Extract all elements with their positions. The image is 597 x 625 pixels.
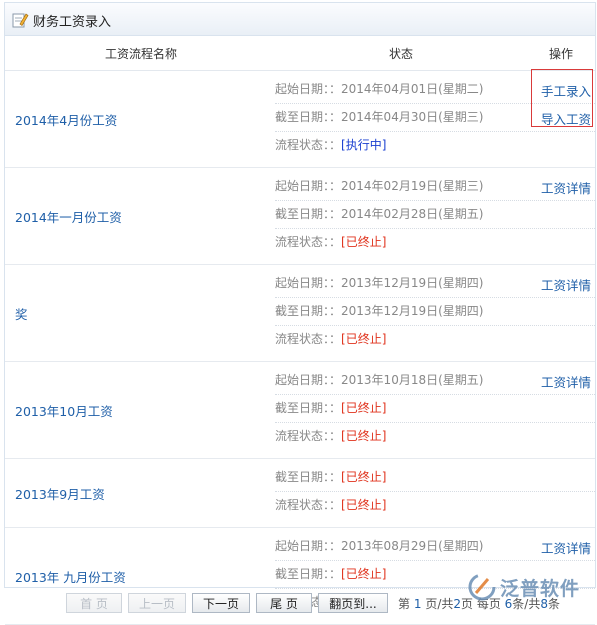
status-line-label: 流程状态：： <box>275 498 342 512</box>
table-row: 2014年4月份工资 起始日期：：2014年04月01日(星期二) 截至日期：：20… <box>5 71 595 168</box>
flow-status-badge: [已终止] <box>341 401 387 415</box>
status-line: 流程状态：：[已终止] <box>275 423 595 450</box>
table-row: 奖起始日期：：2013年12月19日(星期四) 截至日期：：2013年12月19日… <box>5 265 595 362</box>
salary-detail-link[interactable]: 工资详情 <box>541 538 591 557</box>
next-page-button[interactable]: 下一页 <box>192 593 250 613</box>
status-line-label: 流程状态：： <box>275 429 342 443</box>
status-line-label: 起始日期：： <box>275 179 342 193</box>
status-line-label: 流程状态：： <box>275 235 342 249</box>
status-line-label: 截至日期：： <box>275 401 342 415</box>
table-row: 2013年9月工资 截至日期：：[已终止] 流程状态：：[已终止] <box>5 459 595 528</box>
current-page: 1 <box>413 597 422 611</box>
title-bar: 财务工资录入 <box>5 3 595 36</box>
status-line-label: 流程状态：： <box>275 138 342 152</box>
flow-status-badge: [已终止] <box>341 567 387 581</box>
last-page-button[interactable]: 尾 页 <box>256 593 312 613</box>
status-date-value: 2013年12月19日(星期四) <box>341 304 484 318</box>
status-line: 截至日期：：2014年02月28日(星期五) <box>275 201 595 229</box>
flow-status-badge: [已终止] <box>341 429 387 443</box>
brand-logo-text: 泛普软件 <box>500 578 581 600</box>
col-name-header: 工资流程名称 <box>105 47 178 61</box>
status-line: 截至日期：：[已终止] <box>275 395 595 423</box>
status-date-value: 2014年02月28日(星期五) <box>341 207 484 221</box>
flow-status-badge: [已终止] <box>341 470 387 484</box>
status-line: 截至日期：：2013年12月19日(星期四) <box>275 298 595 326</box>
first-page-button[interactable]: 首 页 <box>66 593 122 613</box>
status-line-label: 截至日期：： <box>275 470 342 484</box>
status-date-value: 2014年02月19日(星期三) <box>341 179 484 193</box>
status-line-label: 起始日期：： <box>275 82 342 96</box>
salary-flow-name[interactable]: 奖 <box>15 304 28 323</box>
flow-status-badge: [已终止] <box>341 498 387 512</box>
flow-status-badge: [已终止] <box>341 235 387 249</box>
status-line-label: 起始日期：： <box>275 373 342 387</box>
ops-highlight-box <box>531 69 593 127</box>
prev-page-button[interactable]: 上一页 <box>128 593 186 613</box>
status-line-label: 截至日期：： <box>275 207 342 221</box>
salary-flow-name[interactable]: 2013年10月工资 <box>15 401 113 420</box>
status-line: 流程状态：：[已终止] <box>275 492 595 519</box>
salary-detail-link[interactable]: 工资详情 <box>541 178 591 197</box>
col-status-header: 状态 <box>389 47 414 61</box>
total-pages: 2 <box>453 597 461 611</box>
page-title: 财务工资录入 <box>33 15 112 30</box>
table-row: 2013年10月工资 起始日期：：2013年10月18日(星期五) 截至日期：：[已… <box>5 362 595 459</box>
flow-status-badge: [已终止] <box>341 332 387 346</box>
salary-detail-link[interactable]: 工资详情 <box>541 275 591 294</box>
status-date-value: 2013年10月18日(星期五) <box>341 373 484 387</box>
status-line-label: 截至日期：： <box>275 304 342 318</box>
status-line-label: 流程状态：： <box>275 332 342 346</box>
salary-detail-link[interactable]: 工资详情 <box>541 372 591 391</box>
status-line-label: 起始日期：： <box>275 276 342 290</box>
status-date-value: 2013年12月19日(星期四) <box>341 276 484 290</box>
goto-page-button[interactable]: 翻页到... <box>318 593 388 613</box>
status-line-label: 截至日期：： <box>275 567 342 581</box>
table-row: 2014年一月份工资 起始日期：：2014年02月19日(星期三) 截至日期：：20… <box>5 168 595 265</box>
col-ops-header: 操作 <box>549 47 574 61</box>
status-line-label: 起始日期：： <box>275 539 342 553</box>
edit-note-icon <box>12 13 29 28</box>
brand-logo: 泛普软件 <box>466 570 594 604</box>
salary-flow-name[interactable]: 2014年4月份工资 <box>15 110 117 129</box>
salary-flow-name[interactable]: 2014年一月份工资 <box>15 207 122 226</box>
brand-logo-icon <box>468 573 496 601</box>
status-date-value: 2014年04月01日(星期二) <box>341 82 484 96</box>
status-line: 流程状态：：[已终止] <box>275 326 595 353</box>
status-date-value: 2013年08月29日(星期四) <box>341 539 484 553</box>
status-line: 截至日期：：[已终止] <box>275 464 595 492</box>
status-line: 流程状态：：[执行中] <box>275 132 595 159</box>
status-date-value: 2014年04月30日(星期三) <box>341 110 484 124</box>
table-header: 工资流程名称 状态 操作 <box>5 36 595 71</box>
salary-flow-name[interactable]: 2013年9月工资 <box>15 484 105 503</box>
salary-table-body: 2014年4月份工资 起始日期：：2014年04月01日(星期二) 截至日期：：20… <box>5 71 595 625</box>
salary-flow-name[interactable]: 2013年 九月份工资 <box>15 567 126 586</box>
status-line-label: 截至日期：： <box>275 110 342 124</box>
salary-panel: 财务工资录入 工资流程名称 状态 操作 2014年4月份工资 起始日期：：2014… <box>4 2 596 625</box>
flow-status-badge: [执行中] <box>341 138 387 152</box>
status-line: 流程状态：：[已终止] <box>275 229 595 256</box>
